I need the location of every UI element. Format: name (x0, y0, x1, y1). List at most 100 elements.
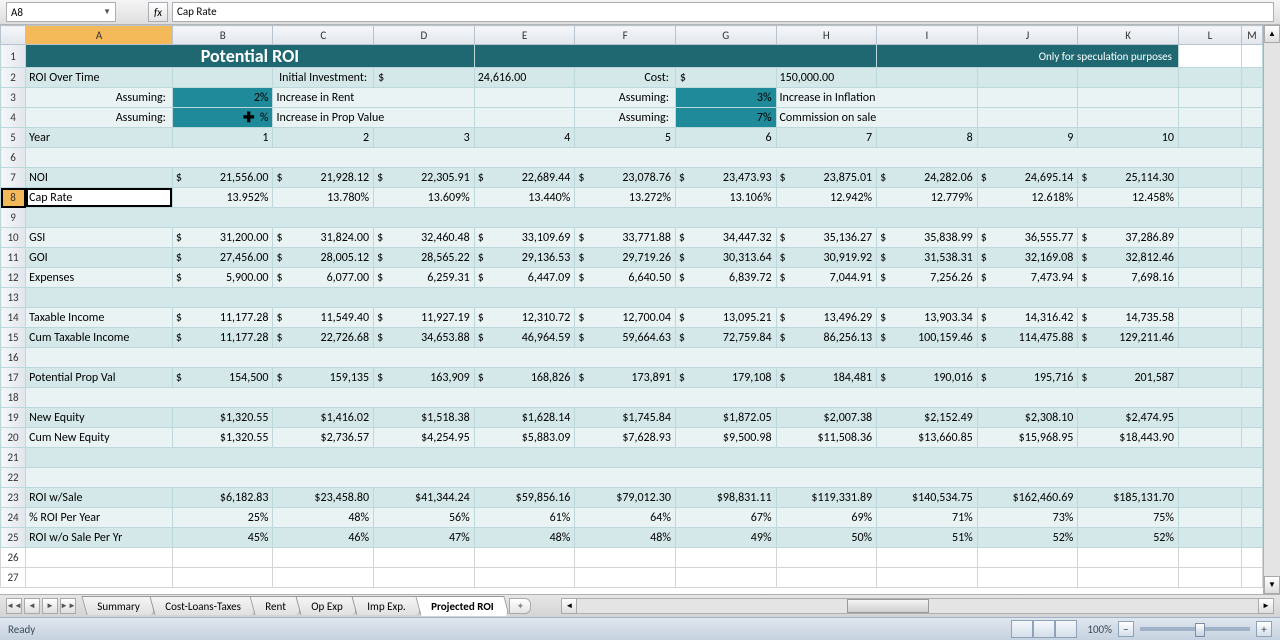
cell[interactable]: $12,700.04 (575, 308, 676, 328)
tab-nav[interactable]: ◄◄◄ ►►► (6, 598, 76, 614)
cell[interactable]: $34,447.32 (675, 228, 776, 248)
cell[interactable]: $11,177.28 (172, 328, 273, 348)
cell[interactable]: 13.272% (575, 188, 676, 208)
cell[interactable]: $25,114.30 (1078, 168, 1179, 188)
spreadsheet-grid[interactable]: A BC DE FG HI JK LM 1 Potential ROI Only… (0, 25, 1263, 594)
cell[interactable]: $35,136.27 (776, 228, 877, 248)
zoom-control[interactable]: 100% − + (1087, 621, 1272, 637)
cell[interactable]: $154,500 (172, 368, 273, 388)
cell[interactable]: $1,320.55 (172, 428, 273, 448)
cell[interactable]: $7,044.91 (776, 268, 877, 288)
cell[interactable]: $14,735.58 (1078, 308, 1179, 328)
cell[interactable]: 67% (675, 508, 776, 528)
cell[interactable]: $72,759.84 (675, 328, 776, 348)
cell[interactable]: $14,316.42 (977, 308, 1078, 328)
cell[interactable]: $6,077.00 (273, 268, 374, 288)
cell[interactable]: $2,736.57 (273, 428, 374, 448)
cell[interactable]: $21,928.12 (273, 168, 374, 188)
cell[interactable]: $13,496.29 (776, 308, 877, 328)
cell[interactable]: $31,200.00 (172, 228, 273, 248)
cell[interactable]: $29,719.26 (575, 248, 676, 268)
cell[interactable]: $162,460.69 (977, 488, 1078, 508)
cell[interactable]: $114,475.88 (977, 328, 1078, 348)
cell[interactable]: $29,136.53 (474, 248, 575, 268)
fx-button[interactable]: fx (148, 2, 168, 22)
cell[interactable]: 71% (877, 508, 978, 528)
cell[interactable]: $6,182.83 (172, 488, 273, 508)
cell[interactable]: $1,518.38 (374, 408, 475, 428)
cell[interactable]: $28,005.12 (273, 248, 374, 268)
cell[interactable]: $168,826 (474, 368, 575, 388)
cell[interactable]: 75% (1078, 508, 1179, 528)
cell[interactable]: 56% (374, 508, 475, 528)
cell[interactable]: 48% (474, 528, 575, 548)
cell[interactable]: $41,344.24 (374, 488, 475, 508)
cell[interactable]: 13.780% (273, 188, 374, 208)
vertical-scrollbar[interactable]: ▲ ▼ (1263, 25, 1280, 594)
cell[interactable]: $1,416.02 (273, 408, 374, 428)
column-headers[interactable]: A BC DE FG HI JK LM (1, 26, 1263, 45)
cell[interactable]: $32,812.46 (1078, 248, 1179, 268)
cell[interactable]: 51% (877, 528, 978, 548)
cell[interactable]: $2,152.49 (877, 408, 978, 428)
cell[interactable]: $7,473.94 (977, 268, 1078, 288)
cell[interactable]: $86,256.13 (776, 328, 877, 348)
cell[interactable]: $37,286.89 (1078, 228, 1179, 248)
cell[interactable]: $201,587 (1078, 368, 1179, 388)
chevron-down-icon[interactable]: ▼ (103, 7, 111, 17)
cell[interactable]: $1,320.55 (172, 408, 273, 428)
cell[interactable]: $1,872.05 (675, 408, 776, 428)
cell[interactable]: 12.618% (977, 188, 1078, 208)
cell[interactable]: $13,903.34 (877, 308, 978, 328)
cell[interactable]: $28,565.22 (374, 248, 475, 268)
cell[interactable]: $15,968.95 (977, 428, 1078, 448)
cell[interactable]: $173,891 (575, 368, 676, 388)
cell[interactable]: $190,016 (877, 368, 978, 388)
cell[interactable]: $100,159.46 (877, 328, 978, 348)
cell[interactable]: 64% (575, 508, 676, 528)
cell[interactable]: $2,308.10 (977, 408, 1078, 428)
view-buttons[interactable] (1011, 620, 1077, 638)
cell[interactable]: $27,456.00 (172, 248, 273, 268)
cell[interactable]: $6,259.31 (374, 268, 475, 288)
cell[interactable]: $1,628.14 (474, 408, 575, 428)
cell[interactable]: $179,108 (675, 368, 776, 388)
cell[interactable]: 52% (1078, 528, 1179, 548)
cell[interactable]: $6,640.50 (575, 268, 676, 288)
cell[interactable]: $13,095.21 (675, 308, 776, 328)
cell[interactable]: $12,310.72 (474, 308, 575, 328)
cell[interactable]: $5,900.00 (172, 268, 273, 288)
cell[interactable]: $23,473.93 (675, 168, 776, 188)
col-header-A[interactable]: A (26, 26, 173, 45)
cell[interactable]: 25% (172, 508, 273, 528)
cell[interactable]: 12.779% (877, 188, 978, 208)
cell[interactable]: $119,331.89 (776, 488, 877, 508)
cell[interactable]: 45% (172, 528, 273, 548)
cell[interactable]: 73% (977, 508, 1078, 528)
cell[interactable]: $7,628.93 (575, 428, 676, 448)
cell[interactable]: 48% (273, 508, 374, 528)
cell[interactable]: $22,305.91 (374, 168, 475, 188)
cell[interactable]: $11,927.19 (374, 308, 475, 328)
cell[interactable]: $46,964.59 (474, 328, 575, 348)
sheet-tab[interactable]: Projected ROI (415, 596, 509, 616)
cell[interactable]: $30,313.64 (675, 248, 776, 268)
cell[interactable]: $31,824.00 (273, 228, 374, 248)
cell[interactable]: $4,254.95 (374, 428, 475, 448)
horizontal-scrollbar[interactable]: ◄ ► (561, 598, 1274, 614)
cell[interactable]: $6,839.72 (675, 268, 776, 288)
sheet-tab[interactable]: Op Exp (295, 596, 358, 615)
cell[interactable]: $30,919.92 (776, 248, 877, 268)
cell[interactable]: 49% (675, 528, 776, 548)
cell[interactable]: $5,883.09 (474, 428, 575, 448)
cell[interactable]: $11,508.36 (776, 428, 877, 448)
cell[interactable]: $159,135 (273, 368, 374, 388)
cell[interactable]: $59,856.16 (474, 488, 575, 508)
cell[interactable]: $23,875.01 (776, 168, 877, 188)
cell[interactable]: $13,660.85 (877, 428, 978, 448)
cell[interactable]: $195,716 (977, 368, 1078, 388)
cell[interactable]: $18,443.90 (1078, 428, 1179, 448)
sheet-tab[interactable]: Rent (250, 596, 302, 615)
cell[interactable]: $79,012.30 (575, 488, 676, 508)
row-header[interactable]: 1 (1, 45, 26, 68)
